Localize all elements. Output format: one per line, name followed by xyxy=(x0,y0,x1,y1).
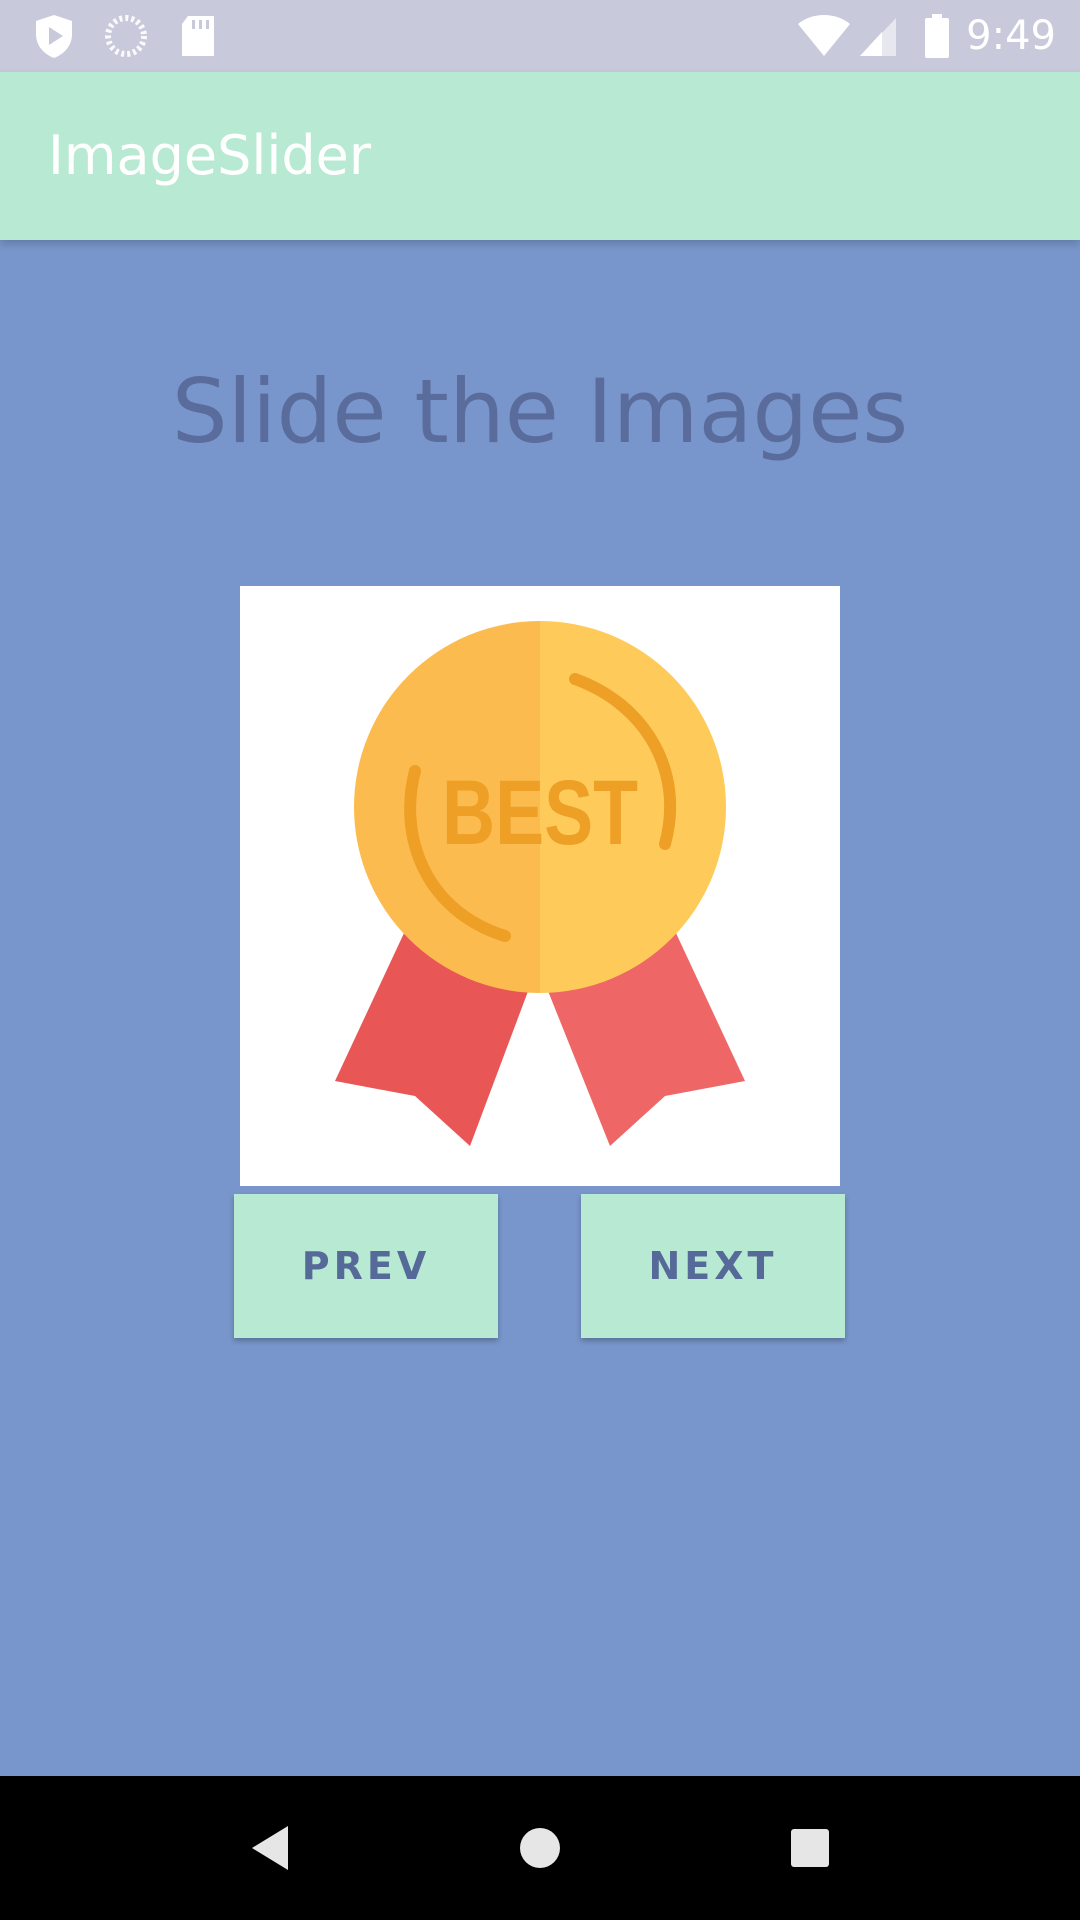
slider-image: BEST xyxy=(240,586,840,1186)
navigation-bar xyxy=(0,1776,1080,1920)
best-medal-icon: BEST xyxy=(335,621,745,1146)
battery-icon xyxy=(925,14,949,58)
recents-icon[interactable] xyxy=(770,1808,850,1888)
play-shield-icon xyxy=(36,15,72,58)
page-headline: Slide the Images xyxy=(171,360,909,463)
app-title: ImageSlider xyxy=(48,124,372,187)
medal-badge-text: BEST xyxy=(442,762,638,864)
status-time: 9:49 xyxy=(966,13,1056,59)
loading-icon xyxy=(105,15,147,57)
prev-button[interactable]: PREV xyxy=(234,1194,498,1338)
next-button[interactable]: NEXT xyxy=(581,1194,845,1338)
main-content: Slide the Images BEST PREV NEXT xyxy=(0,240,1080,1776)
back-icon[interactable] xyxy=(230,1808,310,1888)
wifi-icon xyxy=(798,15,850,56)
status-bar: 9:49 xyxy=(0,0,1080,72)
home-icon[interactable] xyxy=(500,1808,580,1888)
cell-signal-icon xyxy=(860,18,896,56)
app-bar: ImageSlider xyxy=(0,72,1080,240)
sd-card-icon xyxy=(182,16,214,56)
